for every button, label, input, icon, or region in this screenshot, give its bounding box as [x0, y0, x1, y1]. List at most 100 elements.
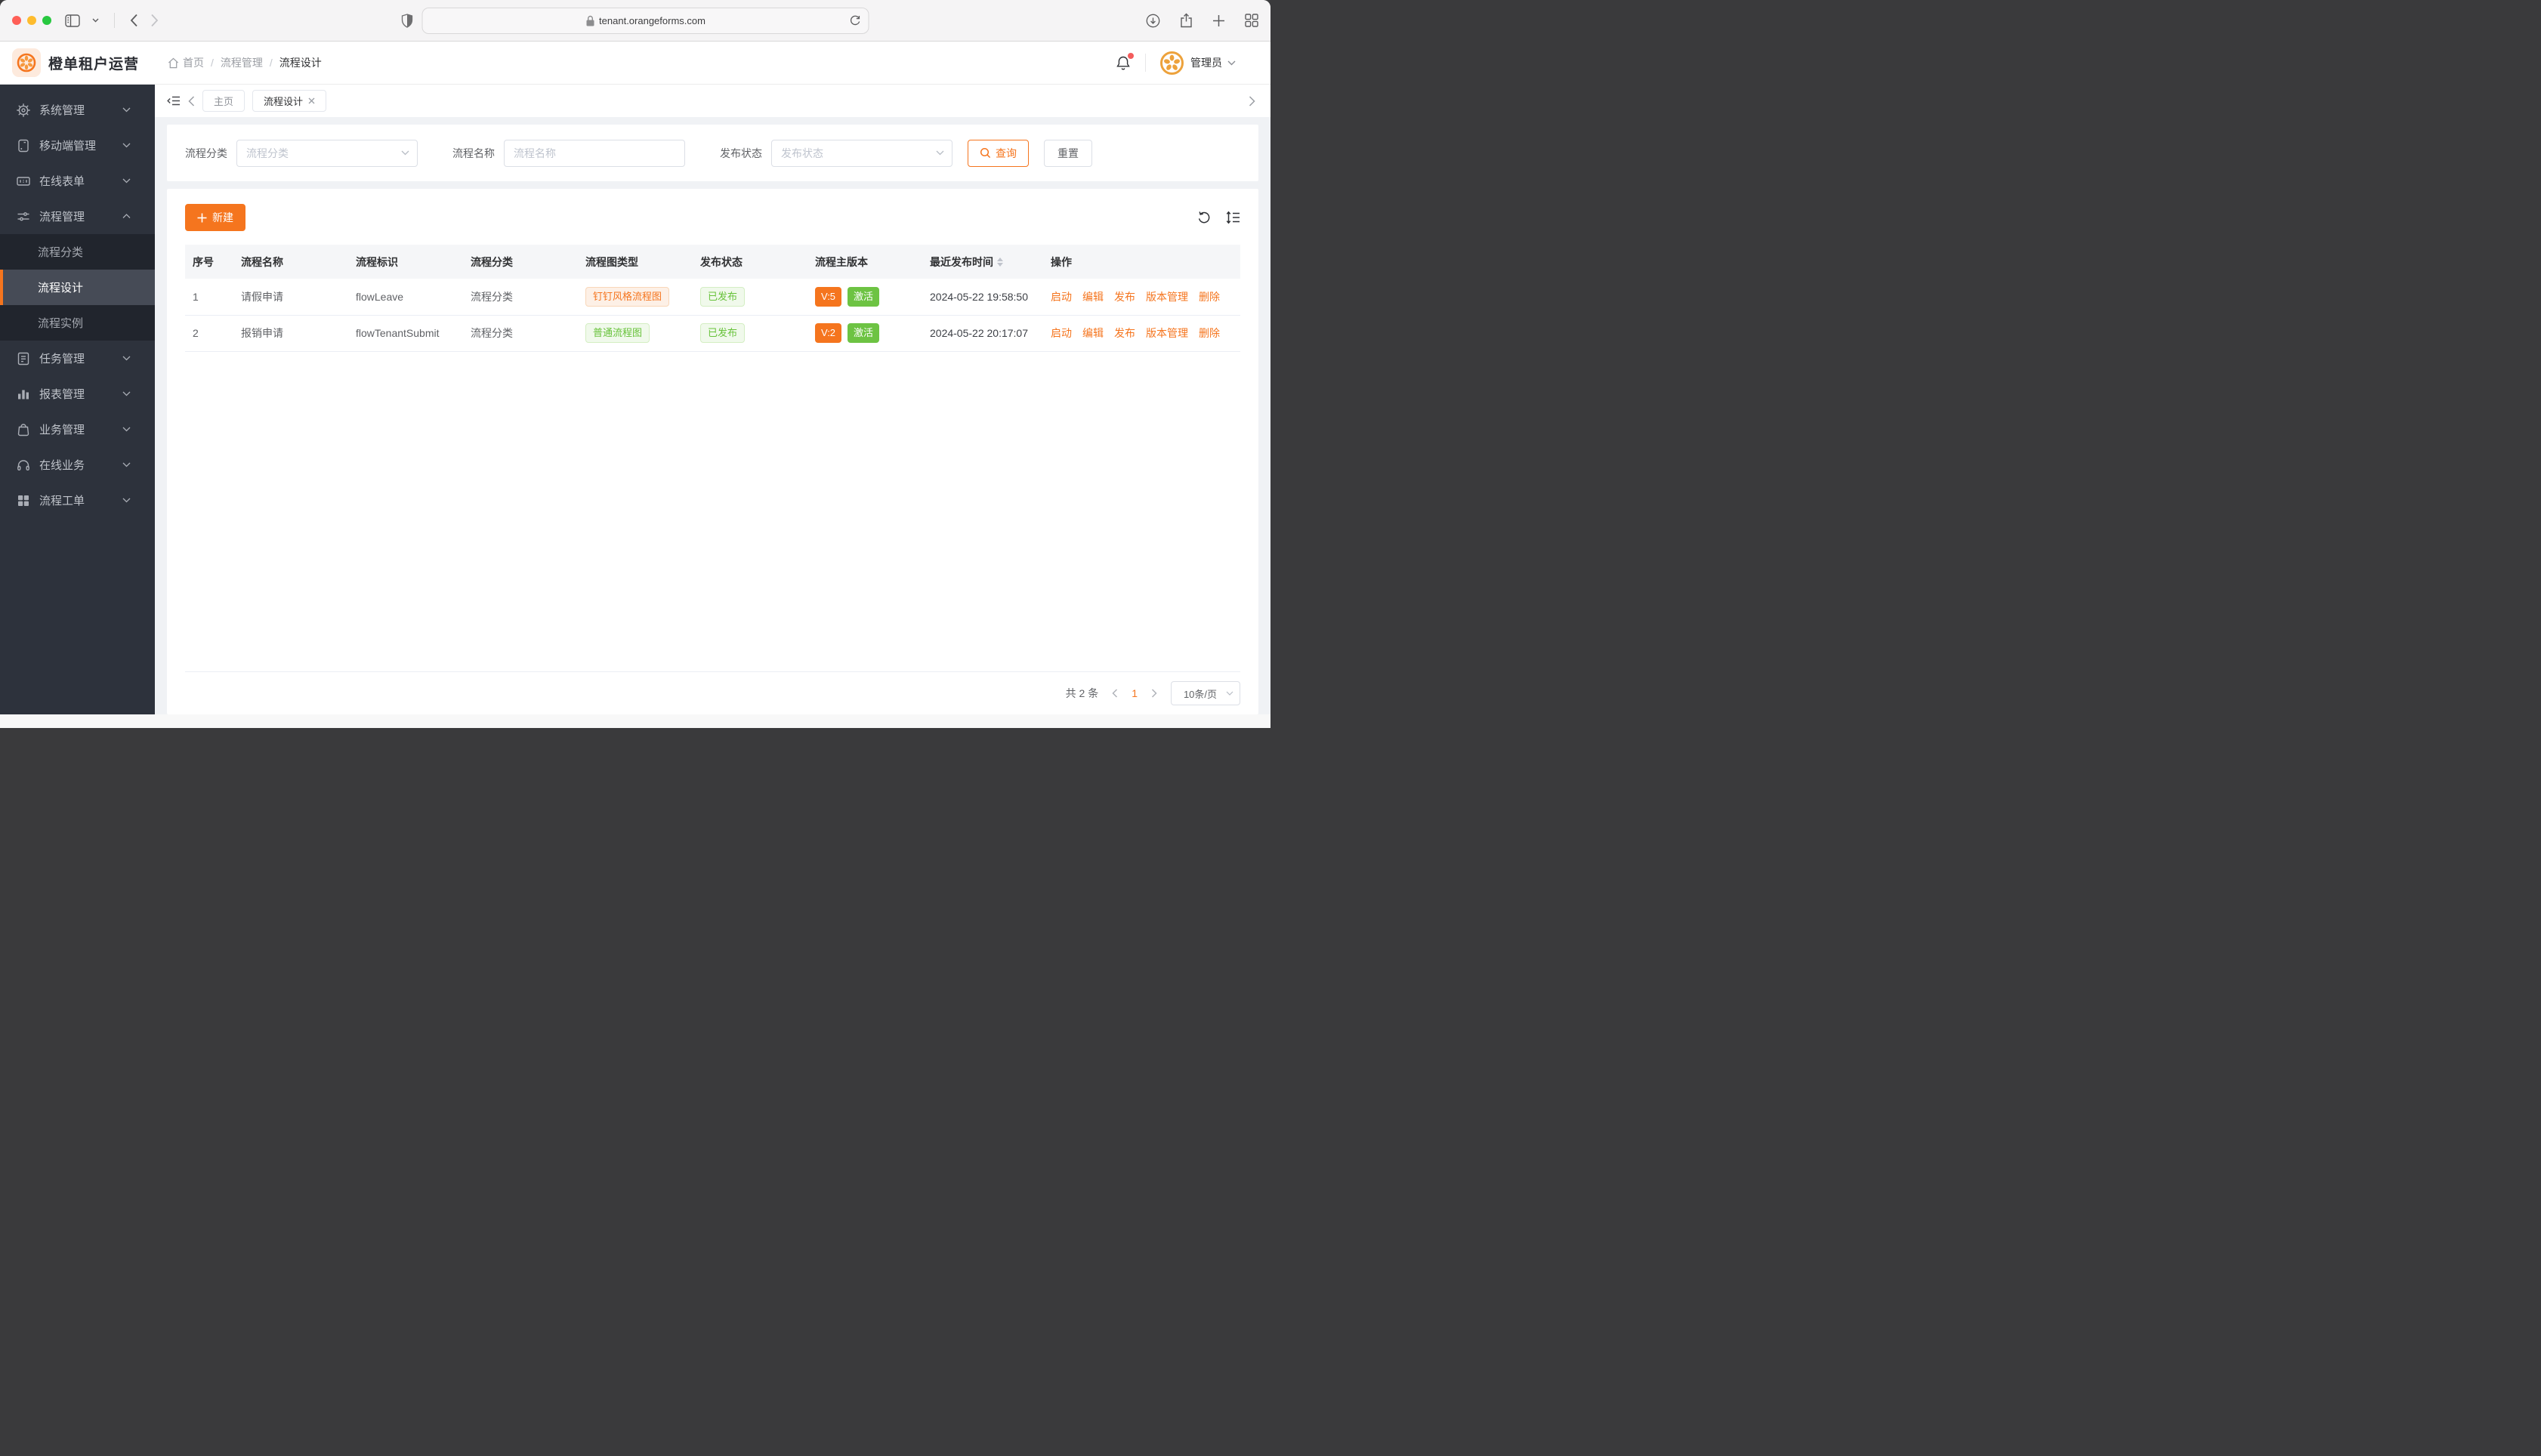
- sidebar-item-online-form[interactable]: 在线表单: [0, 163, 155, 199]
- row-density-icon[interactable]: [1226, 211, 1240, 224]
- version-badge: V:2: [815, 323, 842, 343]
- table-header-row: 序号 流程名称 流程标识 流程分类 流程图类型 发布状态 流程主版本 最近发布时…: [185, 245, 1240, 279]
- sidebar-item-online-business[interactable]: 在线业务: [0, 447, 155, 483]
- page-number[interactable]: 1: [1132, 687, 1138, 699]
- breadcrumb-home[interactable]: 首页: [168, 55, 204, 70]
- breadcrumb-separator: /: [211, 57, 214, 69]
- sidebar-item-business[interactable]: 业务管理: [0, 412, 155, 447]
- tab-flow-design[interactable]: 流程设计: [252, 90, 327, 112]
- sidebar-item-flow-management[interactable]: 流程管理: [0, 199, 155, 234]
- bar-chart-icon: [18, 390, 29, 399]
- search-icon: [980, 147, 991, 159]
- notification-dot: [1128, 52, 1134, 59]
- collapse-menu-icon[interactable]: [167, 94, 181, 107]
- action-edit-link[interactable]: 编辑: [1082, 327, 1104, 339]
- filter-category-select[interactable]: 流程分类: [236, 139, 418, 167]
- action-publish-link[interactable]: 发布: [1114, 327, 1135, 339]
- window-controls: [12, 16, 51, 25]
- create-button[interactable]: 新建: [185, 204, 245, 231]
- sidebar-item-flow-instance[interactable]: 流程实例: [0, 305, 155, 341]
- action-start-link[interactable]: 启动: [1051, 291, 1072, 303]
- active-badge: 激活: [848, 286, 880, 307]
- reset-button[interactable]: 重置: [1044, 139, 1092, 167]
- breadcrumb: 首页 / 流程管理 / 流程设计: [168, 55, 322, 70]
- plus-icon: [197, 213, 207, 222]
- header-divider: [1145, 54, 1146, 72]
- sidebar-dropdown-chevron-icon[interactable]: [92, 18, 99, 23]
- share-icon[interactable]: [1180, 13, 1193, 28]
- tab-scroll-right-icon[interactable]: [1249, 95, 1255, 106]
- action-publish-link[interactable]: 发布: [1114, 291, 1135, 303]
- filter-name-input[interactable]: [504, 139, 685, 167]
- sidebar-item-flow-workorder[interactable]: 流程工单: [0, 483, 155, 518]
- sidebar-item-flow-category[interactable]: 流程分类: [0, 234, 155, 270]
- sliders-icon: [17, 211, 29, 221]
- tab-scroll-left-icon[interactable]: [188, 95, 195, 106]
- notification-bell-icon[interactable]: [1116, 52, 1134, 71]
- address-bar[interactable]: tenant.orangeforms.com: [421, 7, 869, 34]
- col-main-version: 流程主版本: [807, 245, 922, 279]
- back-button[interactable]: [130, 14, 138, 27]
- table-panel: 新建 序号 流程名称 流程标识 流程分类 流程图类型 发布状态 流程主版本 最近…: [167, 189, 1258, 714]
- table-row: 2 报销申请 flowTenantSubmit 流程分类 普通流程图 已发布 V…: [185, 315, 1240, 352]
- cell-flow-key: flowTenantSubmit: [348, 315, 463, 352]
- next-page-icon[interactable]: [1151, 689, 1157, 698]
- user-name[interactable]: 管理员: [1190, 55, 1222, 70]
- avatar[interactable]: [1160, 51, 1184, 75]
- cell-flow-name: 报销申请: [233, 315, 348, 352]
- action-version-link[interactable]: 版本管理: [1146, 327, 1188, 339]
- tab-home[interactable]: 主页: [202, 90, 245, 112]
- col-publish-time[interactable]: 最近发布时间: [922, 245, 1043, 279]
- action-start-link[interactable]: 启动: [1051, 327, 1072, 339]
- refresh-icon[interactable]: [1197, 211, 1211, 224]
- reload-icon[interactable]: [850, 14, 861, 26]
- downloads-icon[interactable]: [1146, 14, 1160, 28]
- col-diagram-type: 流程图类型: [578, 245, 693, 279]
- filter-panel: 流程分类 流程分类 流程名称 发布状态 发布状态: [167, 125, 1258, 181]
- close-window-button[interactable]: [12, 16, 21, 25]
- col-publish-status: 发布状态: [693, 245, 807, 279]
- cell-flow-key: flowLeave: [348, 279, 463, 316]
- page-tab-bar: 主页 流程设计: [155, 85, 1270, 117]
- new-tab-icon[interactable]: [1212, 14, 1225, 27]
- sidebar-toggle-icon[interactable]: [65, 14, 80, 27]
- sidebar-item-report[interactable]: 报表管理: [0, 376, 155, 412]
- chevron-down-icon: [122, 427, 140, 432]
- chevron-down-icon: [122, 107, 140, 113]
- form-icon: [17, 176, 30, 186]
- publish-status-tag: 已发布: [700, 323, 746, 343]
- col-flow-category: 流程分类: [463, 245, 578, 279]
- diagram-type-tag: 普通流程图: [585, 323, 650, 343]
- sidebar-item-system[interactable]: 系统管理: [0, 92, 155, 128]
- close-tab-icon[interactable]: [308, 97, 315, 104]
- action-delete-link[interactable]: 删除: [1199, 327, 1220, 339]
- tab-overview-icon[interactable]: [1245, 14, 1258, 27]
- user-menu-chevron-icon[interactable]: [1227, 60, 1236, 66]
- breadcrumb-section[interactable]: 流程管理: [221, 55, 263, 70]
- minimize-window-button[interactable]: [27, 16, 36, 25]
- sidebar: 系统管理 移动端管理 在线表单 流程管理 流程分类 流程设计 流程实例 任务管理…: [0, 85, 155, 714]
- action-delete-link[interactable]: 删除: [1199, 291, 1220, 303]
- active-badge: 激活: [848, 323, 880, 343]
- sort-carets-icon[interactable]: [997, 257, 1003, 267]
- action-version-link[interactable]: 版本管理: [1146, 291, 1188, 303]
- forward-button[interactable]: [150, 14, 159, 27]
- query-button[interactable]: 查询: [968, 139, 1029, 167]
- chevron-down-icon: [122, 356, 140, 361]
- chevron-up-icon: [122, 214, 140, 219]
- privacy-shield-icon[interactable]: [401, 13, 413, 28]
- sidebar-item-mobile[interactable]: 移动端管理: [0, 128, 155, 163]
- app-title: 橙单租户运营: [48, 56, 140, 72]
- sidebar-item-task[interactable]: 任务管理: [0, 341, 155, 376]
- page-size-select[interactable]: 10条/页: [1171, 681, 1240, 705]
- action-edit-link[interactable]: 编辑: [1082, 291, 1104, 303]
- prev-page-icon[interactable]: [1112, 689, 1118, 698]
- sidebar-item-flow-design[interactable]: 流程设计: [0, 270, 155, 305]
- window-bottom-strip: [0, 714, 1270, 728]
- zoom-window-button[interactable]: [42, 16, 51, 25]
- cell-publish-time: 2024-05-22 20:17:07: [922, 315, 1043, 352]
- gear-icon: [17, 103, 30, 117]
- breadcrumb-current: 流程设计: [279, 57, 322, 69]
- filter-status-select[interactable]: 发布状态: [771, 139, 952, 167]
- pagination-total: 共 2 条: [1065, 687, 1099, 699]
